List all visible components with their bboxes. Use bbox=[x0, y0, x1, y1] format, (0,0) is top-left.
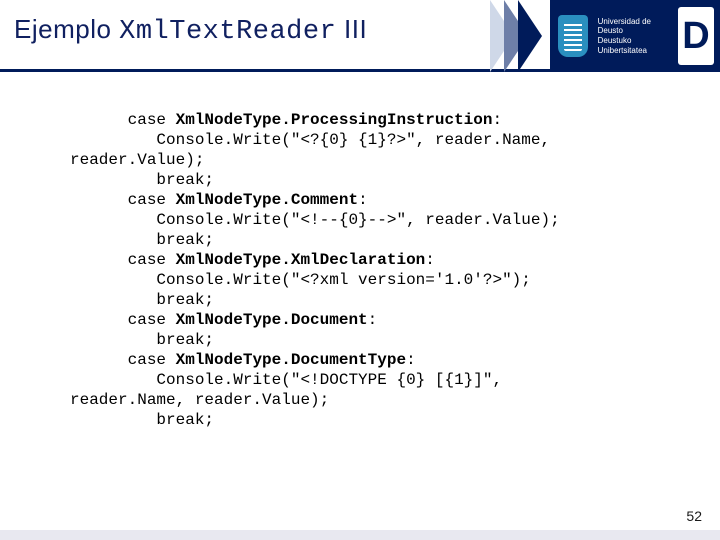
code-text: Console.Write("<?xml version='1.0'?>"); bbox=[70, 271, 531, 289]
code-text: Console.Write("<!--{0}-->", reader.Value… bbox=[70, 211, 560, 229]
code-text: : bbox=[358, 191, 368, 209]
code-text: break; bbox=[70, 331, 214, 349]
code-text: break; bbox=[70, 291, 214, 309]
code-text: case bbox=[70, 111, 176, 129]
code-text: : bbox=[406, 351, 416, 369]
code-keyword: XmlNodeType.ProcessingInstruction bbox=[176, 111, 493, 129]
code-line: break; bbox=[70, 330, 698, 350]
code-line: case XmlNodeType.Comment: bbox=[70, 190, 698, 210]
code-text: case bbox=[70, 351, 176, 369]
code-line: reader.Value); bbox=[70, 150, 698, 170]
code-line: break; bbox=[70, 410, 698, 430]
code-line: break; bbox=[70, 290, 698, 310]
title-monospace: XmlTextReader bbox=[119, 17, 336, 47]
code-text: case bbox=[70, 311, 176, 329]
chevron-decoration bbox=[490, 0, 550, 72]
code-text: : bbox=[368, 311, 378, 329]
university-line2: Deustuko Unibertsitatea bbox=[598, 36, 668, 55]
code-line: case XmlNodeType.XmlDeclaration: bbox=[70, 250, 698, 270]
code-text: break; bbox=[70, 411, 214, 429]
code-line: reader.Name, reader.Value); bbox=[70, 390, 698, 410]
university-line1: Universidad de Deusto bbox=[598, 17, 668, 36]
code-text: Console.Write("<?{0} {1}?>", reader.Name… bbox=[70, 131, 550, 149]
code-text: break; bbox=[70, 231, 214, 249]
title-suffix: III bbox=[336, 14, 367, 44]
code-line: Console.Write("<!--{0}-->", reader.Value… bbox=[70, 210, 698, 230]
crest-icon bbox=[558, 15, 588, 57]
chevron-icon bbox=[518, 0, 542, 72]
code-line: case XmlNodeType.ProcessingInstruction: bbox=[70, 110, 698, 130]
code-line: break; bbox=[70, 170, 698, 190]
code-keyword: XmlNodeType.Comment bbox=[176, 191, 358, 209]
logo-box: Universidad de Deusto Deustuko Unibertsi… bbox=[550, 0, 720, 72]
code-line: Console.Write("<?xml version='1.0'?>"); bbox=[70, 270, 698, 290]
code-text: : bbox=[425, 251, 435, 269]
code-keyword: XmlNodeType.Document bbox=[176, 311, 368, 329]
code-keyword: XmlNodeType.DocumentType bbox=[176, 351, 406, 369]
code-line: break; bbox=[70, 230, 698, 250]
code-text: break; bbox=[70, 171, 214, 189]
code-text: case bbox=[70, 251, 176, 269]
code-line: case XmlNodeType.Document: bbox=[70, 310, 698, 330]
code-line: Console.Write("<!DOCTYPE {0} [{1}]", bbox=[70, 370, 698, 390]
footer-bar bbox=[0, 530, 720, 540]
code-keyword: XmlNodeType.XmlDeclaration bbox=[176, 251, 426, 269]
code-block: case XmlNodeType.ProcessingInstruction: … bbox=[0, 72, 720, 430]
slide-header: Ejemplo XmlTextReader III Universidad de… bbox=[0, 0, 720, 72]
code-text: reader.Value); bbox=[70, 151, 204, 169]
code-text: reader.Name, reader.Value); bbox=[70, 391, 329, 409]
university-logo: Universidad de Deusto Deustuko Unibertsi… bbox=[490, 0, 720, 72]
university-name: Universidad de Deusto Deustuko Unibertsi… bbox=[598, 17, 668, 55]
page-number: 52 bbox=[686, 508, 702, 524]
title-prefix: Ejemplo bbox=[14, 14, 119, 44]
code-text: : bbox=[492, 111, 502, 129]
d-mark-icon: D bbox=[678, 7, 714, 65]
code-line: case XmlNodeType.DocumentType: bbox=[70, 350, 698, 370]
code-text: case bbox=[70, 191, 176, 209]
code-text: Console.Write("<!DOCTYPE {0} [{1}]", bbox=[70, 371, 502, 389]
code-line: Console.Write("<?{0} {1}?>", reader.Name… bbox=[70, 130, 698, 150]
